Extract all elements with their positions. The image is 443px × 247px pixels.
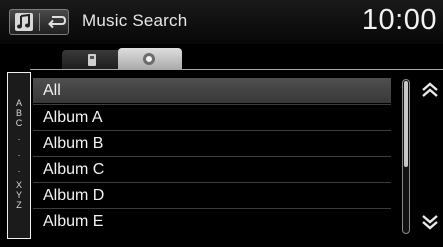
source-back-button[interactable]: [9, 9, 69, 35]
music-search-screen: Music Search 10:00 A B C · · · X Y Z All…: [0, 0, 443, 247]
alpha-letter[interactable]: A: [8, 99, 30, 108]
list-item[interactable]: Album C: [33, 156, 391, 181]
tab-underline: [30, 69, 443, 70]
usb-device-icon: [88, 54, 96, 66]
button-divider: [39, 13, 40, 31]
music-note-icon: [15, 13, 33, 31]
tab-disc[interactable]: [118, 48, 182, 70]
back-arrow-icon: [45, 11, 67, 33]
scroll-up-icon[interactable]: [420, 81, 440, 99]
header-bar: Music Search 10:00: [0, 0, 443, 44]
tab-usb-device[interactable]: [62, 50, 122, 70]
alpha-dot: ·: [17, 150, 21, 160]
clock: 10:00: [361, 4, 437, 36]
scrollbar[interactable]: [402, 79, 410, 234]
list-item[interactable]: Album E: [33, 208, 391, 233]
scroll-down-icon[interactable]: [420, 213, 440, 231]
page-title: Music Search: [82, 11, 188, 30]
alpha-dot: ·: [17, 166, 21, 176]
alpha-letter[interactable]: Z: [8, 201, 30, 210]
scrollbar-thumb[interactable]: [404, 81, 408, 167]
alpha-index-bar[interactable]: A B C · · · X Y Z: [7, 72, 31, 239]
alpha-letter[interactable]: C: [8, 119, 30, 128]
alpha-letter[interactable]: Y: [8, 191, 30, 200]
alpha-letter[interactable]: X: [8, 181, 30, 190]
list-item[interactable]: Album B: [33, 130, 391, 155]
source-tab-bar: [0, 44, 443, 70]
alpha-letter[interactable]: B: [8, 109, 30, 118]
list-item-all[interactable]: All: [33, 78, 391, 103]
disc-icon: [143, 53, 155, 65]
alpha-dot: ·: [17, 134, 21, 144]
callout-line: [16, 239, 17, 247]
list-item[interactable]: Album D: [33, 182, 391, 207]
album-list: All Album A Album B Album C Album D Albu…: [33, 78, 391, 237]
list-item[interactable]: Album A: [33, 104, 391, 129]
